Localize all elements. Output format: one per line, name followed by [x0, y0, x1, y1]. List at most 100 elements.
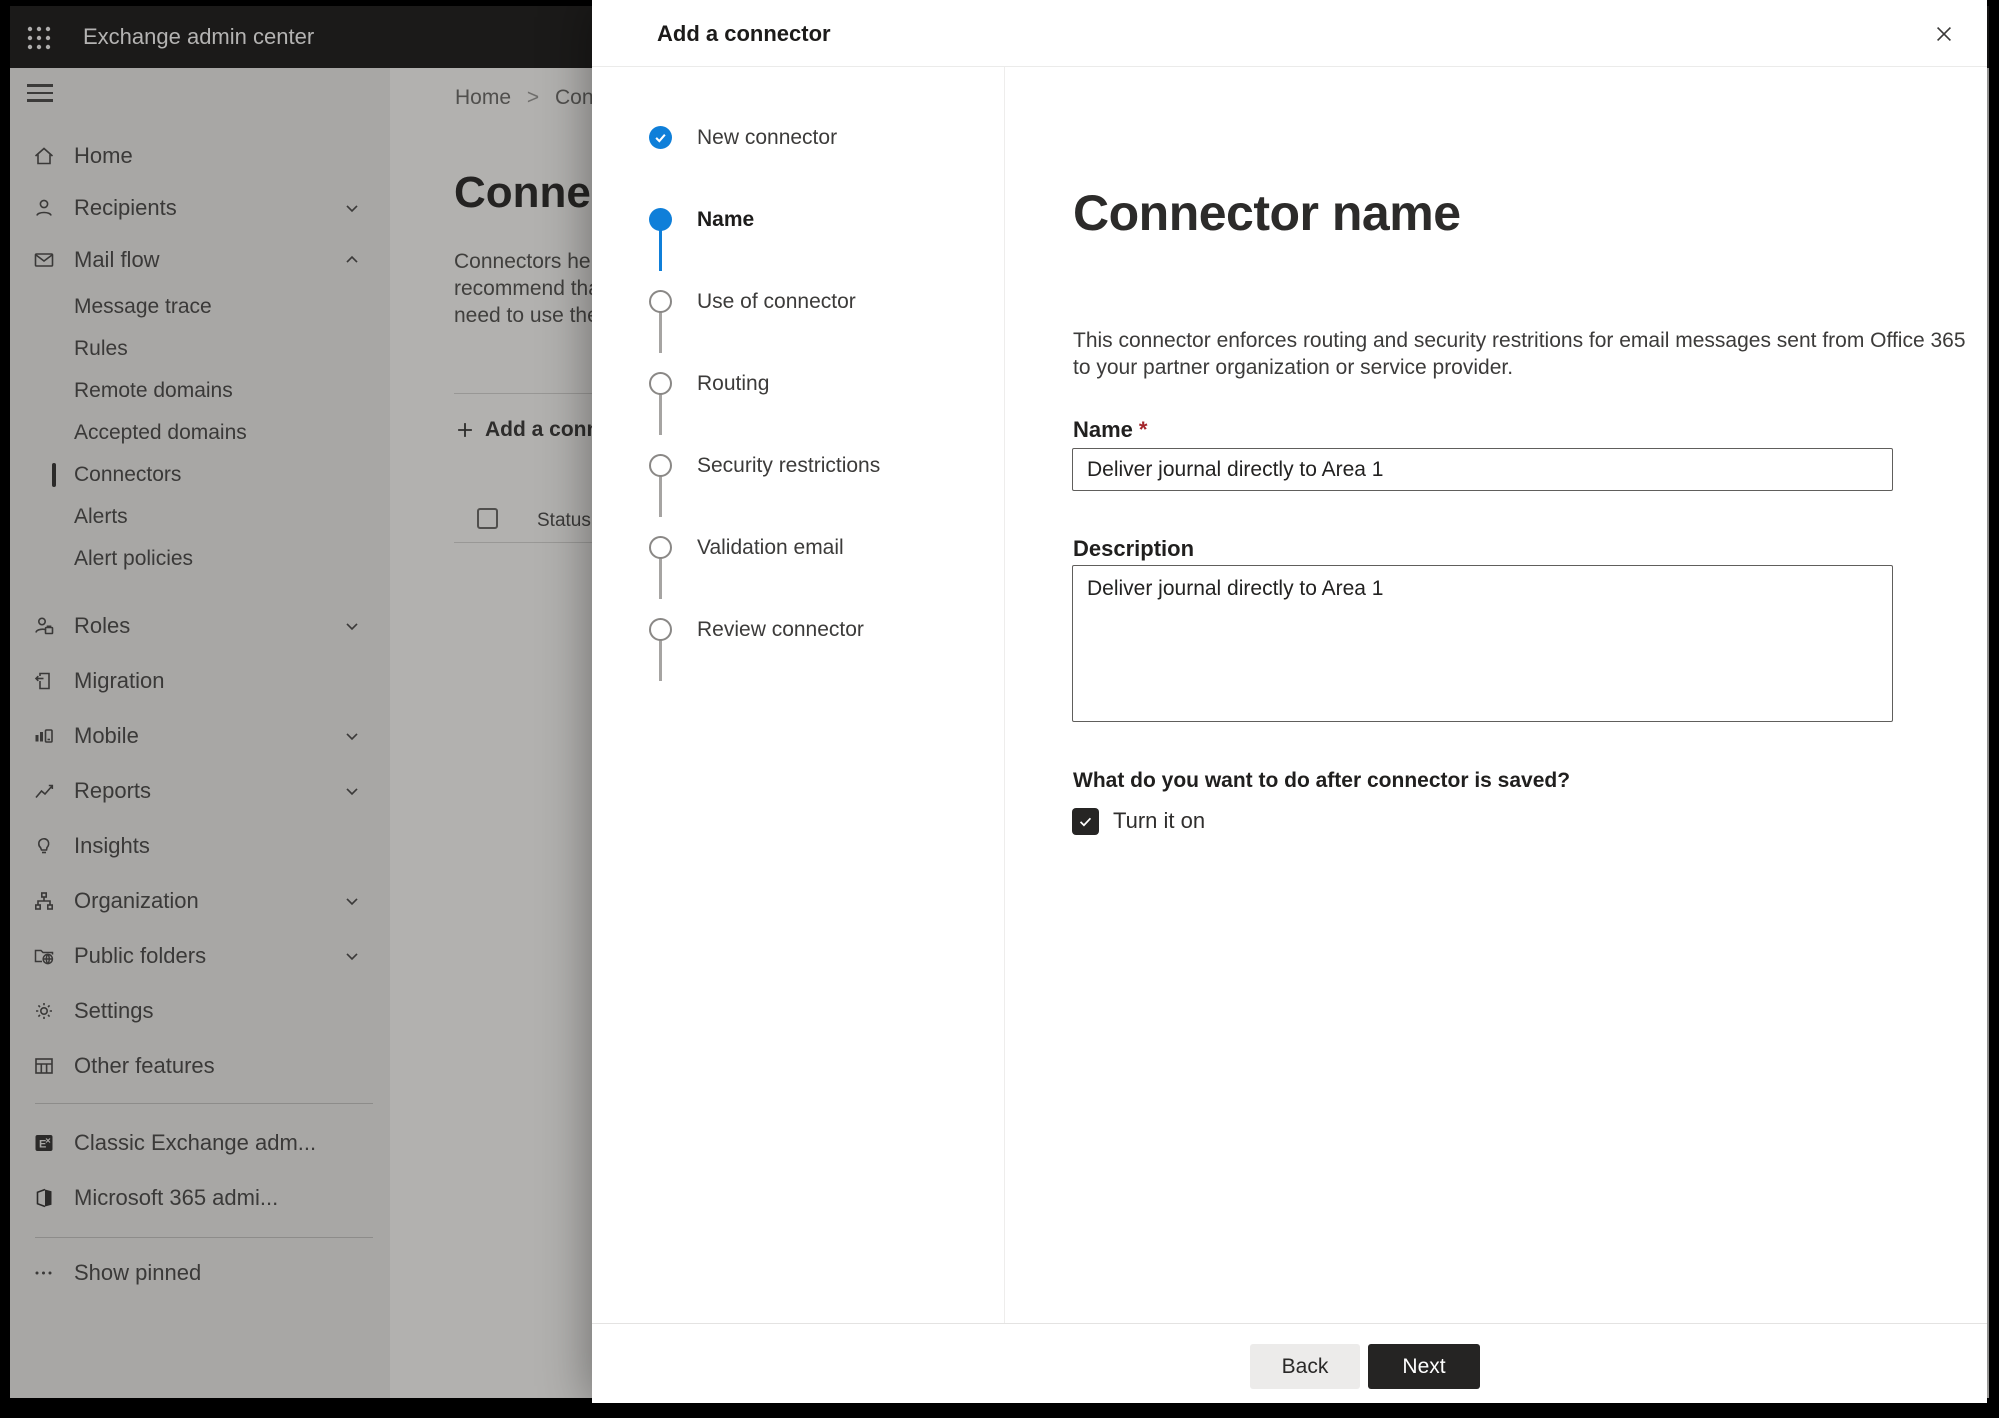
sidebar-item-home[interactable]: Home — [10, 130, 390, 182]
sidebar-item-classic-exchange[interactable]: E Classic Exchange adm... — [10, 1115, 390, 1170]
app-title: Exchange admin center — [83, 24, 315, 49]
sidebar-item-label: Other features — [74, 1052, 215, 1078]
sidebar-item-insights[interactable]: Insights — [10, 818, 390, 873]
mobile-icon — [32, 724, 56, 748]
home-icon — [32, 144, 56, 168]
step-use-of-connector: Use of connector — [592, 289, 1005, 315]
sidebar-item-settings[interactable]: Settings — [10, 983, 390, 1038]
chevron-down-icon — [342, 616, 362, 636]
table-grid-icon — [32, 1054, 56, 1078]
sidebar-item-recipients[interactable]: Recipients — [10, 182, 390, 234]
sidebar-item-microsoft-365-admin[interactable]: Microsoft 365 admi... — [10, 1170, 390, 1225]
breadcrumb-home-link[interactable]: Home — [455, 86, 511, 109]
sidebar-item-label: Mail flow — [74, 247, 160, 272]
sidebar-item-roles[interactable]: Roles — [10, 598, 390, 653]
sidebar-item-label: Alerts — [74, 505, 128, 528]
sidebar-item-migration[interactable]: Migration — [10, 653, 390, 708]
step-circle-icon — [649, 536, 672, 559]
sidebar-item-label: Remote domains — [74, 379, 233, 402]
m365-icon — [32, 1186, 56, 1210]
chevron-down-icon — [342, 891, 362, 911]
sidebar-item-label: Migration — [74, 667, 165, 693]
sidebar-item-label: Show pinned — [74, 1259, 202, 1285]
sidebar-item-label: Insights — [74, 832, 150, 858]
after-save-question: What do you want to do after connector i… — [1073, 769, 1571, 792]
required-marker: * — [1138, 417, 1148, 442]
sidebar-item-label: Connectors — [74, 463, 182, 486]
chevron-down-icon — [342, 781, 362, 801]
sidebar-item-label: Organization — [74, 887, 199, 913]
lightbulb-icon — [32, 834, 56, 858]
org-tree-icon — [32, 889, 56, 913]
sidebar-item-rules[interactable]: Rules — [10, 328, 390, 370]
next-button[interactable]: Next — [1368, 1344, 1480, 1389]
chevron-down-icon — [342, 946, 362, 966]
name-input[interactable] — [1072, 448, 1893, 491]
sidebar-item-mobile[interactable]: Mobile — [10, 708, 390, 763]
dialog-footer: Back Next — [592, 1323, 1987, 1403]
gear-icon — [32, 999, 56, 1023]
sidebar-divider — [35, 1237, 373, 1238]
sidebar-item-other-features[interactable]: Other features — [10, 1038, 390, 1093]
sidebar-item-alert-policies[interactable]: Alert policies — [10, 538, 390, 580]
sidebar-item-alerts[interactable]: Alerts — [10, 496, 390, 538]
person-icon — [32, 196, 56, 220]
classic-exchange-icon: E — [32, 1131, 56, 1155]
sidebar-item-label: Roles — [74, 612, 131, 638]
name-field-label: Name * — [1073, 417, 1148, 442]
sidebar-item-label: Home — [74, 143, 133, 168]
sidebar-item-reports[interactable]: Reports — [10, 763, 390, 818]
close-icon[interactable] — [1924, 14, 1964, 54]
sidebar-item-label: Public folders — [74, 942, 207, 968]
checkbox-checked-icon[interactable] — [1072, 807, 1099, 835]
hamburger-menu-icon[interactable] — [27, 84, 53, 104]
sidebar-item-remote-domains[interactable]: Remote domains — [10, 370, 390, 412]
selected-indicator — [52, 463, 56, 487]
step-circle-icon — [649, 454, 672, 477]
add-connector-button[interactable]: Add a conn — [454, 410, 599, 450]
sidebar-item-mail-flow[interactable]: Mail flow — [10, 234, 390, 286]
description-field-label: Description — [1073, 536, 1195, 561]
folder-globe-icon — [32, 944, 56, 968]
step-routing: Routing — [592, 371, 1005, 397]
breadcrumb-separator: > — [526, 86, 540, 109]
select-all-checkbox[interactable] — [477, 508, 498, 529]
screen: Exchange admin center Home Recipients Ma… — [0, 0, 1999, 1418]
turn-it-on-label: Turn it on — [1113, 808, 1206, 833]
add-connector-dialog: Add a connector New connector Name Use o… — [592, 0, 1987, 1403]
sidebar-item-accepted-domains[interactable]: Accepted domains — [10, 412, 390, 454]
mail-icon — [32, 248, 56, 272]
dialog-title: Add a connector — [657, 21, 831, 46]
step-completed-icon — [649, 126, 672, 149]
chevron-down-icon — [342, 726, 362, 746]
back-button[interactable]: Back — [1250, 1344, 1360, 1389]
step-circle-icon — [649, 618, 672, 641]
step-new-connector: New connector — [592, 125, 1005, 151]
connector-description-text: This connector enforces routing and secu… — [1073, 329, 1966, 379]
step-validation-email: Validation email — [592, 535, 1005, 561]
sidebar-item-label: Alert policies — [74, 547, 194, 570]
sidebar-item-public-folders[interactable]: Public folders — [10, 928, 390, 983]
sidebar-item-label: Settings — [74, 997, 154, 1023]
status-column-header: Status — [537, 510, 591, 531]
sidebar-item-organization[interactable]: Organization — [10, 873, 390, 928]
step-name: Name — [592, 207, 1005, 233]
sidebar-item-label: Rules — [74, 337, 128, 360]
sidebar-item-label: Classic Exchange adm... — [74, 1129, 317, 1155]
sidebar-item-label: Reports — [74, 777, 152, 803]
description-textarea[interactable]: Deliver journal directly to Area 1 — [1072, 565, 1893, 722]
ellipsis-icon — [32, 1261, 56, 1285]
migration-icon — [32, 669, 56, 693]
page-intro: Connectors help recommend that need to u… — [454, 250, 607, 327]
turn-it-on-checkbox-row[interactable]: Turn it on — [1072, 806, 1205, 836]
step-circle-icon — [649, 290, 672, 313]
sidebar-item-show-pinned[interactable]: Show pinned — [10, 1245, 390, 1300]
sidebar-item-label: Recipients — [74, 195, 177, 220]
sidebar-item-message-trace[interactable]: Message trace — [10, 286, 390, 328]
plus-icon — [454, 419, 476, 441]
wizard-steps: New connector Name Use of connector Rout… — [592, 67, 1005, 1323]
app-launcher-icon[interactable] — [24, 23, 54, 53]
person-badge-icon — [32, 614, 56, 638]
add-connector-label: Add a conn — [485, 418, 600, 441]
sidebar-item-connectors[interactable]: Connectors — [10, 454, 390, 496]
